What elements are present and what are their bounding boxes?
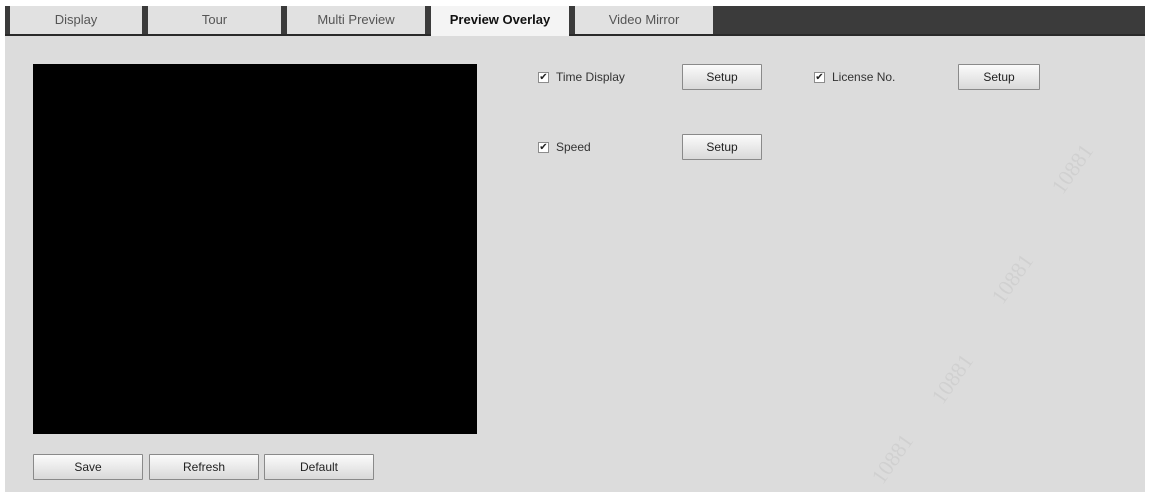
tab-video-mirror[interactable]: Video Mirror: [575, 6, 713, 34]
speed-checkbox[interactable]: ✔: [538, 141, 549, 153]
settings-panel: Display Tour Multi Preview Preview Overl…: [5, 6, 1145, 492]
license-no-checkbox[interactable]: ✔: [814, 71, 825, 83]
refresh-button[interactable]: Refresh: [149, 454, 259, 480]
speed-setup-button[interactable]: Setup: [682, 134, 762, 160]
license-no-setup-button[interactable]: Setup: [958, 64, 1040, 90]
tab-multi-preview[interactable]: Multi Preview: [287, 6, 425, 34]
speed-option[interactable]: ✔ Speed: [538, 138, 591, 156]
license-no-label: License No.: [832, 70, 896, 84]
tab-bar: Display Tour Multi Preview Preview Overl…: [5, 6, 1145, 36]
video-preview-area[interactable]: [33, 64, 477, 434]
tab-preview-overlay[interactable]: Preview Overlay: [431, 6, 569, 36]
watermark: 10881: [866, 429, 919, 489]
time-display-label: Time Display: [556, 70, 625, 84]
license-no-option[interactable]: ✔ License No.: [814, 68, 895, 86]
tab-tour[interactable]: Tour: [148, 6, 281, 34]
time-display-checkbox[interactable]: ✔: [538, 71, 549, 83]
time-display-setup-button[interactable]: Setup: [682, 64, 762, 90]
watermark: 10881: [926, 349, 979, 409]
watermark: 10881: [986, 249, 1039, 309]
tab-display[interactable]: Display: [10, 6, 142, 34]
speed-label: Speed: [556, 140, 591, 154]
default-button[interactable]: Default: [264, 454, 374, 480]
save-button[interactable]: Save: [33, 454, 143, 480]
watermark: 10881: [1046, 139, 1099, 199]
time-display-option[interactable]: ✔ Time Display: [538, 68, 625, 86]
